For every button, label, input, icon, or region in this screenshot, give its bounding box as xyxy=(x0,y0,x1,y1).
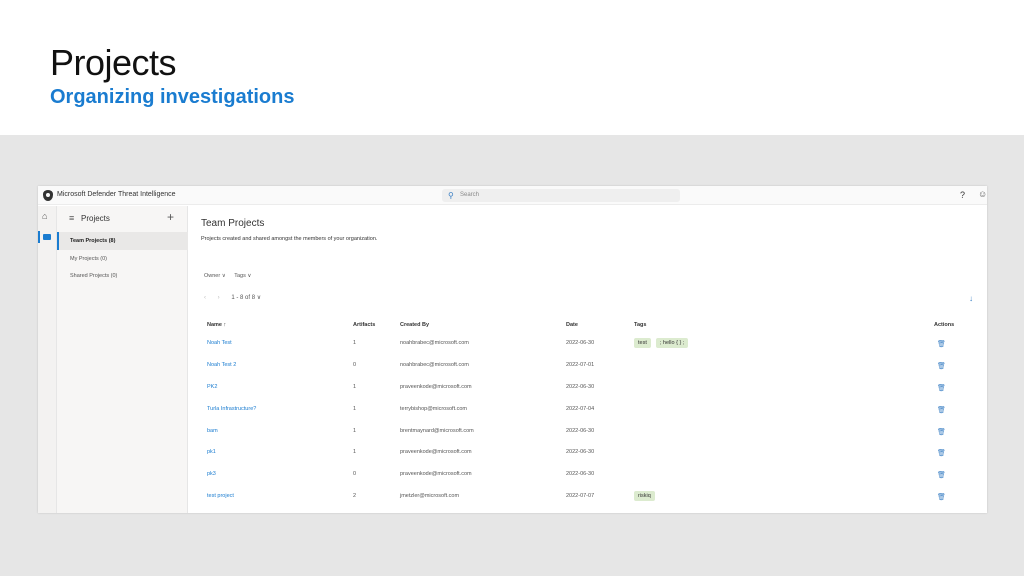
created-date: 2022-06-30 xyxy=(566,384,595,390)
projects-nav: ≡ Projects + Team Projects (8) My Projec… xyxy=(57,206,188,513)
owner-filter[interactable]: Owner ∨ xyxy=(204,273,226,279)
created-by: praveenkode@microsoft.com xyxy=(400,384,472,390)
delete-icon[interactable]: 🗑 xyxy=(937,384,946,392)
tags-cell: test ; hello { } ; xyxy=(634,338,693,348)
slide-title: Projects xyxy=(50,42,177,83)
table-row[interactable]: Turla Infrastructure? 1 terrybishop@micros… xyxy=(189,406,987,428)
delete-icon[interactable]: 🗑 xyxy=(937,362,946,370)
delete-icon[interactable]: 🗑 xyxy=(937,493,946,501)
created-by: terrybishop@microsoft.com xyxy=(400,406,468,412)
search-icon: ⚲ xyxy=(448,191,454,200)
tags-filter[interactable]: Tags ∨ xyxy=(234,273,251,279)
nav-title: Projects xyxy=(81,214,110,223)
tag-badge: ; hello { } ; xyxy=(655,338,689,348)
rail-active-indicator xyxy=(38,231,40,243)
add-project-icon[interactable]: + xyxy=(167,210,174,224)
slide-subtitle: Organizing investigations xyxy=(50,86,295,108)
left-rail: ⌂ xyxy=(38,206,57,513)
search-input[interactable]: ⚲ Search xyxy=(442,189,680,202)
created-date: 2022-07-01 xyxy=(566,362,595,368)
created-by: brentmaynard@microsoft.com xyxy=(400,428,474,434)
delete-icon[interactable]: 🗑 xyxy=(937,471,946,479)
nav-item-team-projects[interactable]: Team Projects (8) xyxy=(57,232,188,250)
table-row[interactable]: PK2 1 praveenkode@microsoft.com 2022-06-30 🗑 xyxy=(189,384,987,406)
artifacts-count: 1 xyxy=(353,428,357,434)
project-name-link[interactable]: PK2 xyxy=(207,384,217,390)
created-date: 2022-06-30 xyxy=(566,449,595,455)
nav-item-my-projects[interactable]: My Projects (0) xyxy=(57,250,188,268)
table-row[interactable]: Noah Test 1 noahbrabec@microsoft.com 2022-0… xyxy=(189,338,987,362)
delete-icon[interactable]: 🗑 xyxy=(937,406,946,414)
tag-badge: test xyxy=(634,338,651,348)
table-row[interactable]: bam 1 brentmaynard@microsoft.com 2022-06-30… xyxy=(189,428,987,450)
project-name-link[interactable]: pk1 xyxy=(207,449,216,455)
page-description: Projects created and shared amongst the … xyxy=(201,236,378,242)
artifacts-count: 0 xyxy=(353,471,357,477)
top-bar: Microsoft Defender Threat Intelligence ⚲… xyxy=(38,186,987,205)
created-date: 2022-07-04 xyxy=(566,406,595,412)
artifacts-count: 1 xyxy=(353,406,357,412)
artifacts-count: 2 xyxy=(353,493,357,499)
created-date: 2022-06-30 xyxy=(566,428,595,434)
user-icon[interactable]: ☺ xyxy=(978,189,987,199)
page-title: Team Projects xyxy=(201,218,265,229)
prev-page-icon[interactable]: ‹ xyxy=(204,295,206,301)
created-date: 2022-06-30 xyxy=(566,471,595,477)
project-name-link[interactable]: Noah Test xyxy=(207,340,232,346)
app-window: Microsoft Defender Threat Intelligence ⚲… xyxy=(38,186,987,513)
tags-cell: riskiq xyxy=(634,491,660,501)
menu-icon[interactable]: ≡ xyxy=(69,213,74,223)
table-row[interactable]: Noah Test 2 0 noahbrabec@microsoft.com 2022… xyxy=(189,362,987,384)
created-by: praveenkode@microsoft.com xyxy=(400,449,472,455)
delete-icon[interactable]: 🗑 xyxy=(937,340,946,348)
defender-logo-icon xyxy=(43,190,53,201)
project-name-link[interactable]: bam xyxy=(207,428,218,434)
app-title[interactable]: Microsoft Defender Threat Intelligence xyxy=(57,191,176,198)
created-by: jmetzler@microsoft.com xyxy=(400,493,460,499)
slide-header: Projects Organizing investigations xyxy=(0,0,1024,135)
col-header-actions: Actions xyxy=(934,322,955,328)
artifacts-count: 0 xyxy=(353,362,357,368)
nav-header: ≡ Projects + xyxy=(57,206,187,230)
col-header-date[interactable]: Date xyxy=(566,322,578,328)
search-placeholder: Search xyxy=(460,192,480,198)
col-header-name[interactable]: Name ↑ xyxy=(207,322,226,328)
created-by: noahbrabec@microsoft.com xyxy=(400,340,469,346)
col-header-tags[interactable]: Tags xyxy=(634,322,646,328)
table-row[interactable]: pk3 0 praveenkode@microsoft.com 2022-06-30 🗑 xyxy=(189,471,987,493)
col-header-created-by[interactable]: Created By xyxy=(400,322,429,328)
main-content: Team Projects Projects created and share… xyxy=(189,206,987,513)
created-by: praveenkode@microsoft.com xyxy=(400,471,472,477)
artifacts-count: 1 xyxy=(353,449,357,455)
project-name-link[interactable]: test project xyxy=(207,493,234,499)
table-row[interactable]: test project 2 jmetzler@microsoft.com 2022-… xyxy=(189,491,987,513)
created-by: noahbrabec@microsoft.com xyxy=(400,362,469,368)
folder-icon[interactable] xyxy=(43,234,51,240)
delete-icon[interactable]: 🗑 xyxy=(937,428,946,436)
artifacts-count: 1 xyxy=(353,384,357,390)
help-icon[interactable]: ? xyxy=(960,190,965,200)
home-icon[interactable]: ⌂ xyxy=(42,211,47,221)
project-name-link[interactable]: Turla Infrastructure? xyxy=(207,406,256,412)
delete-icon[interactable]: 🗑 xyxy=(937,449,946,457)
pager: ‹ › 1 - 8 of 8 ∨ xyxy=(204,294,261,301)
created-date: 2022-07-07 xyxy=(566,493,595,499)
download-icon[interactable]: ↓ xyxy=(969,294,973,303)
next-page-icon[interactable]: › xyxy=(218,295,220,301)
tag-badge: riskiq xyxy=(634,491,655,501)
nav-item-shared-projects[interactable]: Shared Projects (0) xyxy=(57,267,188,285)
created-date: 2022-06-30 xyxy=(566,340,595,346)
project-name-link[interactable]: Noah Test 2 xyxy=(207,362,236,368)
col-header-artifacts[interactable]: Artifacts xyxy=(353,322,375,328)
filter-bar: Owner ∨ Tags ∨ xyxy=(204,273,258,279)
artifacts-count: 1 xyxy=(353,340,357,346)
table-row[interactable]: pk1 1 praveenkode@microsoft.com 2022-06-30 🗑 xyxy=(189,449,987,471)
project-name-link[interactable]: pk3 xyxy=(207,471,216,477)
page-range[interactable]: 1 - 8 of 8 ∨ xyxy=(231,295,261,301)
